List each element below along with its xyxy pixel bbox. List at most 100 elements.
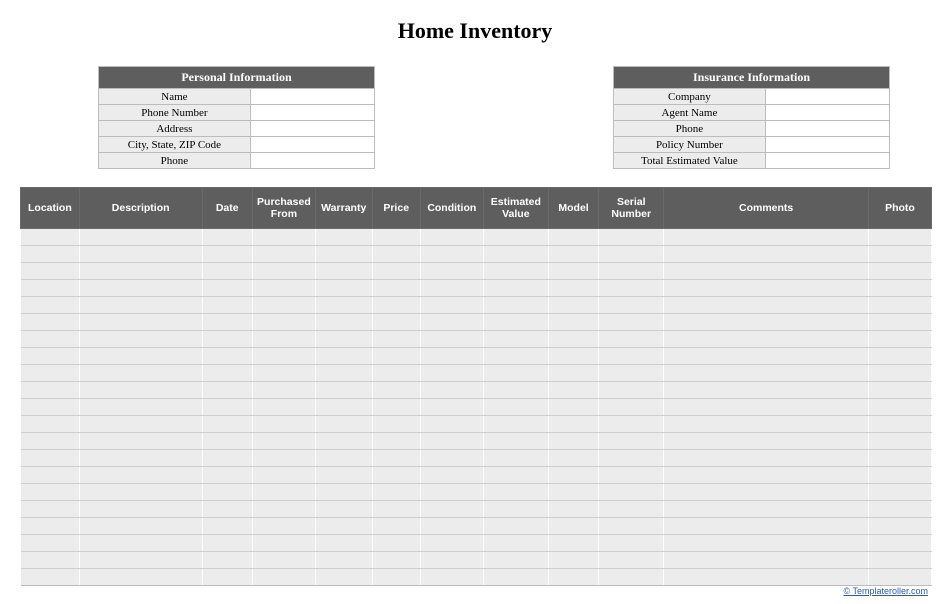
personal-value[interactable]	[250, 105, 374, 121]
insurance-value[interactable]	[765, 121, 889, 137]
inventory-cell[interactable]	[252, 314, 315, 331]
inventory-cell[interactable]	[420, 433, 483, 450]
inventory-cell[interactable]	[252, 382, 315, 399]
inventory-cell[interactable]	[21, 552, 80, 569]
inventory-cell[interactable]	[315, 569, 372, 586]
inventory-cell[interactable]	[420, 450, 483, 467]
inventory-cell[interactable]	[252, 450, 315, 467]
inventory-cell[interactable]	[483, 501, 548, 518]
inventory-cell[interactable]	[483, 382, 548, 399]
inventory-cell[interactable]	[372, 365, 420, 382]
inventory-cell[interactable]	[372, 263, 420, 280]
inventory-cell[interactable]	[21, 433, 80, 450]
inventory-cell[interactable]	[599, 246, 664, 263]
inventory-cell[interactable]	[868, 535, 931, 552]
inventory-cell[interactable]	[315, 280, 372, 297]
inventory-cell[interactable]	[372, 535, 420, 552]
inventory-cell[interactable]	[202, 229, 252, 246]
inventory-cell[interactable]	[483, 280, 548, 297]
inventory-cell[interactable]	[315, 535, 372, 552]
inventory-cell[interactable]	[79, 535, 202, 552]
inventory-cell[interactable]	[599, 280, 664, 297]
inventory-cell[interactable]	[599, 263, 664, 280]
inventory-cell[interactable]	[372, 501, 420, 518]
inventory-cell[interactable]	[420, 416, 483, 433]
inventory-cell[interactable]	[315, 450, 372, 467]
inventory-cell[interactable]	[79, 484, 202, 501]
inventory-cell[interactable]	[21, 484, 80, 501]
inventory-cell[interactable]	[315, 433, 372, 450]
inventory-cell[interactable]	[420, 484, 483, 501]
personal-value[interactable]	[250, 89, 374, 105]
inventory-cell[interactable]	[79, 297, 202, 314]
inventory-cell[interactable]	[868, 314, 931, 331]
inventory-cell[interactable]	[599, 518, 664, 535]
inventory-cell[interactable]	[599, 314, 664, 331]
inventory-cell[interactable]	[202, 484, 252, 501]
inventory-cell[interactable]	[868, 246, 931, 263]
inventory-cell[interactable]	[315, 331, 372, 348]
inventory-cell[interactable]	[664, 467, 869, 484]
inventory-cell[interactable]	[483, 297, 548, 314]
inventory-cell[interactable]	[315, 229, 372, 246]
inventory-cell[interactable]	[202, 552, 252, 569]
inventory-cell[interactable]	[420, 331, 483, 348]
inventory-cell[interactable]	[483, 484, 548, 501]
inventory-cell[interactable]	[599, 569, 664, 586]
inventory-cell[interactable]	[372, 569, 420, 586]
inventory-cell[interactable]	[420, 467, 483, 484]
inventory-cell[interactable]	[252, 263, 315, 280]
inventory-cell[interactable]	[372, 399, 420, 416]
inventory-cell[interactable]	[252, 535, 315, 552]
inventory-cell[interactable]	[372, 280, 420, 297]
inventory-cell[interactable]	[315, 314, 372, 331]
inventory-cell[interactable]	[664, 518, 869, 535]
inventory-cell[interactable]	[252, 484, 315, 501]
insurance-value[interactable]	[765, 153, 889, 169]
inventory-cell[interactable]	[599, 382, 664, 399]
inventory-cell[interactable]	[372, 382, 420, 399]
inventory-cell[interactable]	[202, 331, 252, 348]
inventory-cell[interactable]	[420, 314, 483, 331]
inventory-cell[interactable]	[483, 569, 548, 586]
inventory-cell[interactable]	[315, 263, 372, 280]
inventory-cell[interactable]	[548, 382, 598, 399]
inventory-cell[interactable]	[21, 331, 80, 348]
inventory-cell[interactable]	[868, 416, 931, 433]
inventory-cell[interactable]	[548, 331, 598, 348]
inventory-cell[interactable]	[664, 280, 869, 297]
inventory-cell[interactable]	[202, 382, 252, 399]
inventory-cell[interactable]	[315, 399, 372, 416]
inventory-cell[interactable]	[315, 382, 372, 399]
inventory-cell[interactable]	[483, 416, 548, 433]
inventory-cell[interactable]	[79, 450, 202, 467]
inventory-cell[interactable]	[372, 518, 420, 535]
inventory-cell[interactable]	[372, 467, 420, 484]
inventory-cell[interactable]	[21, 501, 80, 518]
inventory-cell[interactable]	[548, 552, 598, 569]
inventory-cell[interactable]	[548, 518, 598, 535]
personal-value[interactable]	[250, 137, 374, 153]
inventory-cell[interactable]	[664, 331, 869, 348]
inventory-cell[interactable]	[21, 263, 80, 280]
inventory-cell[interactable]	[372, 450, 420, 467]
inventory-cell[interactable]	[372, 297, 420, 314]
inventory-cell[interactable]	[372, 416, 420, 433]
inventory-cell[interactable]	[79, 229, 202, 246]
inventory-cell[interactable]	[483, 552, 548, 569]
inventory-cell[interactable]	[252, 246, 315, 263]
inventory-cell[interactable]	[315, 467, 372, 484]
inventory-cell[interactable]	[599, 399, 664, 416]
inventory-cell[interactable]	[202, 569, 252, 586]
inventory-cell[interactable]	[868, 552, 931, 569]
inventory-cell[interactable]	[79, 518, 202, 535]
inventory-cell[interactable]	[548, 229, 598, 246]
inventory-cell[interactable]	[21, 280, 80, 297]
inventory-cell[interactable]	[202, 280, 252, 297]
inventory-cell[interactable]	[483, 467, 548, 484]
inventory-cell[interactable]	[79, 501, 202, 518]
inventory-cell[interactable]	[21, 348, 80, 365]
inventory-cell[interactable]	[315, 416, 372, 433]
inventory-cell[interactable]	[420, 399, 483, 416]
inventory-cell[interactable]	[664, 484, 869, 501]
